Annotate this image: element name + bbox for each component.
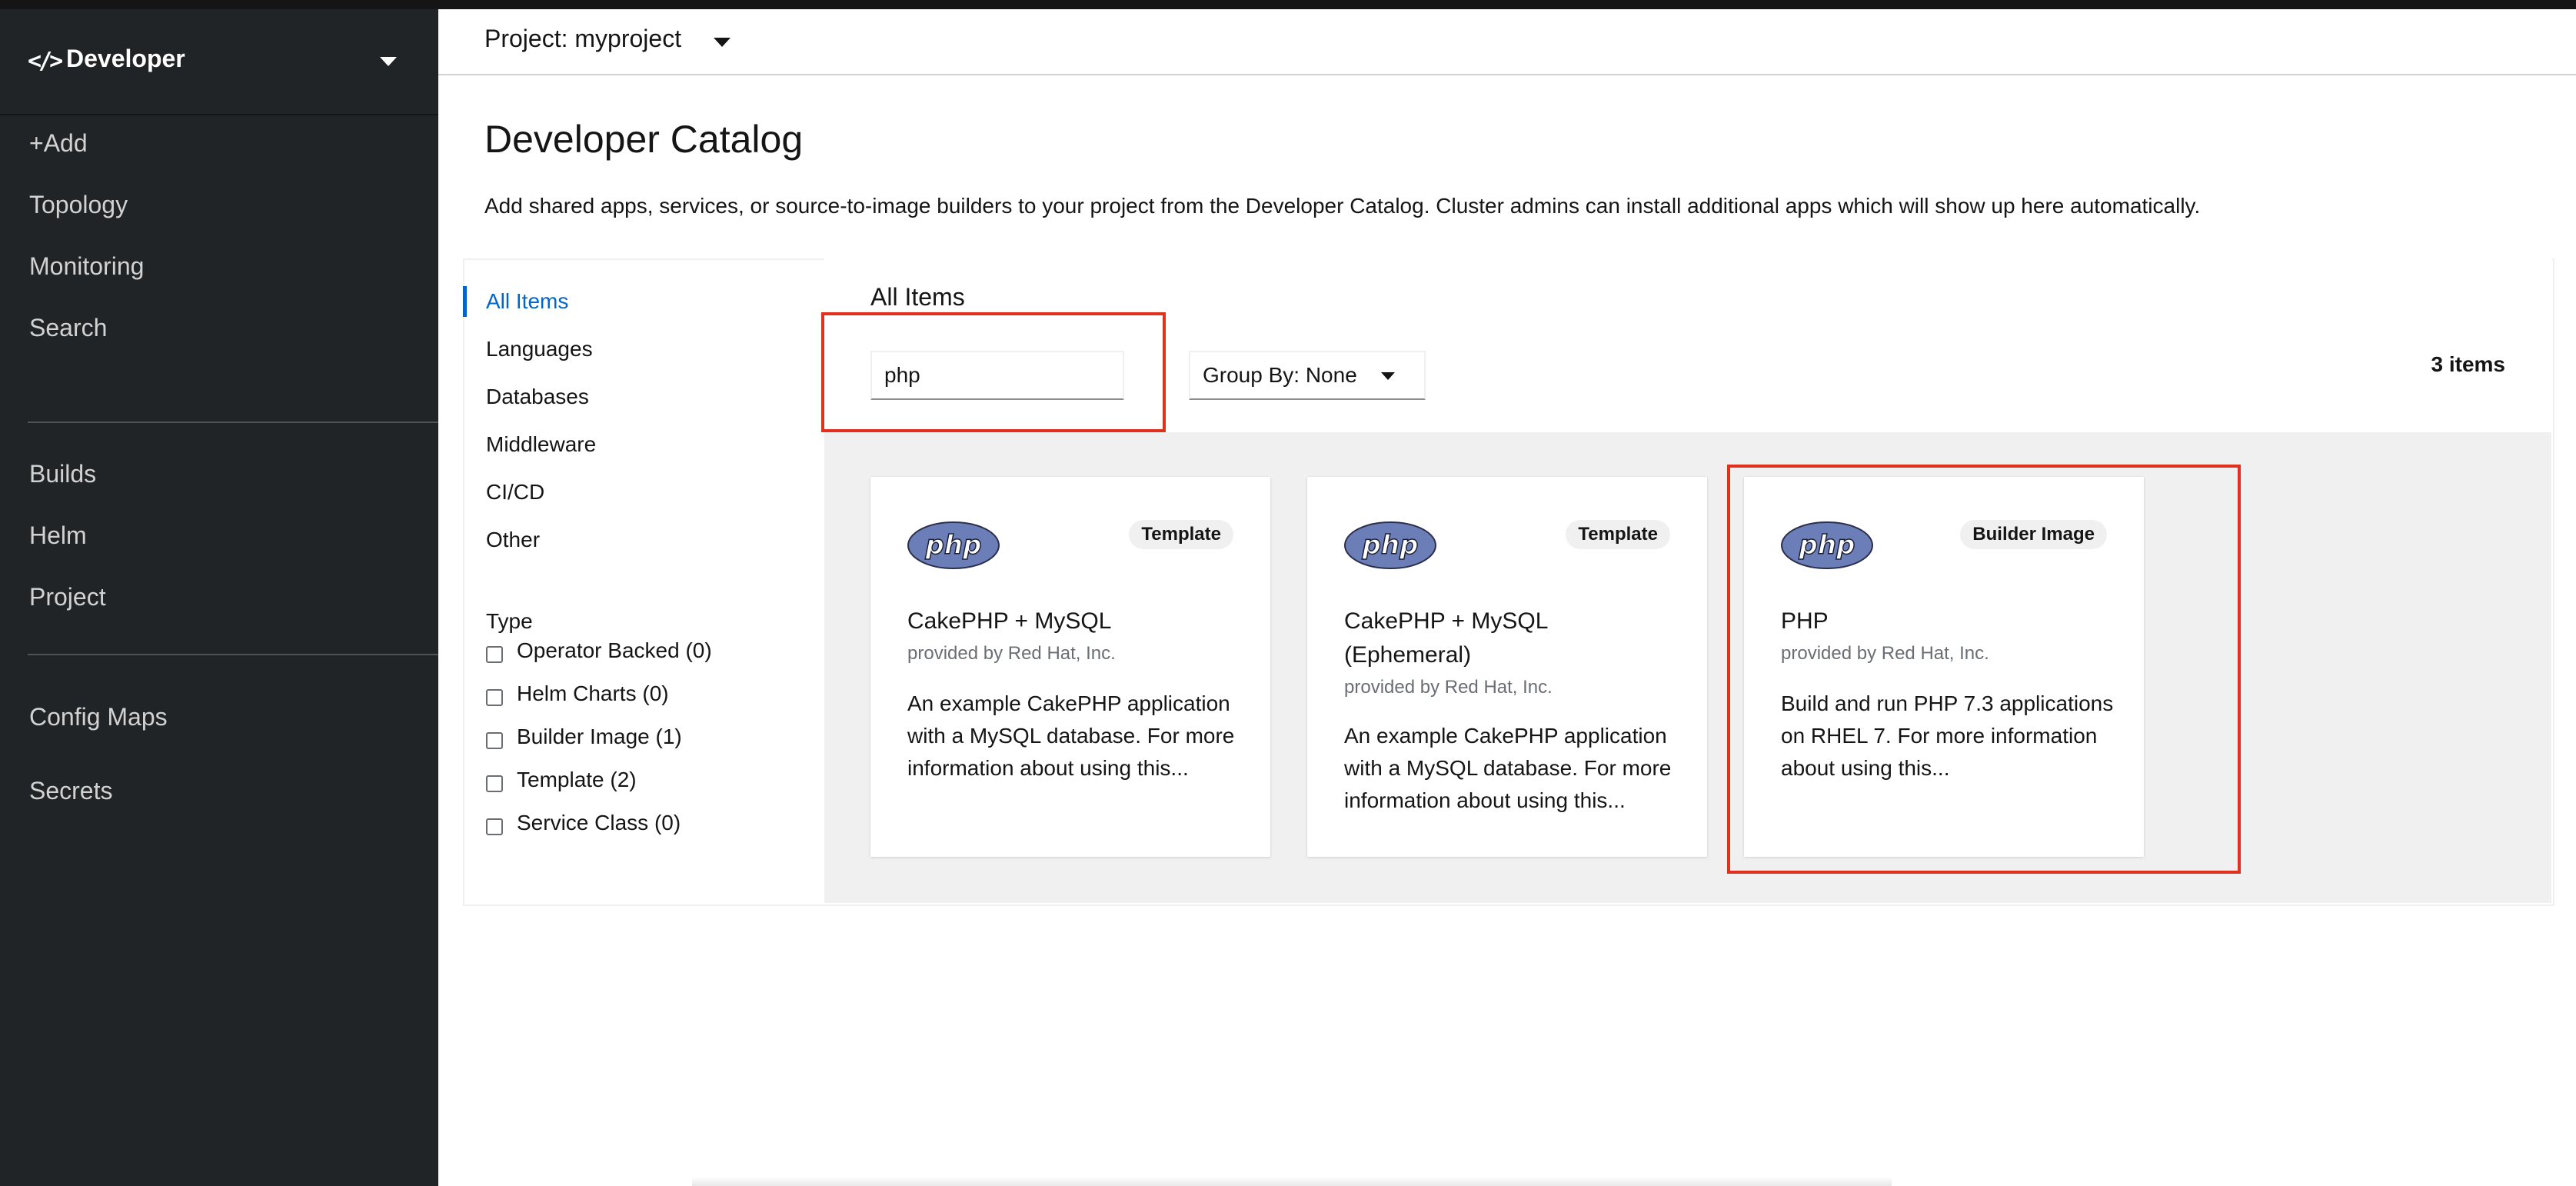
perspective-name: Developer	[66, 45, 185, 72]
category-languages[interactable]: Languages	[486, 337, 593, 361]
filter-label: Service Class (0)	[517, 811, 681, 835]
checkbox[interactable]	[486, 646, 503, 663]
nav-item-search[interactable]: Search	[0, 298, 438, 360]
php-logo-icon: php	[1344, 521, 1436, 569]
checkbox[interactable]	[486, 818, 503, 835]
nav-label: Project	[29, 583, 106, 611]
filter-label: Builder Image (1)	[517, 725, 682, 748]
checkbox[interactable]	[486, 732, 503, 749]
svg-text:php: php	[925, 530, 982, 561]
nav-label: Monitoring	[29, 252, 145, 280]
checkbox[interactable]	[486, 775, 503, 792]
nav-item-builds[interactable]: Builds	[0, 445, 438, 506]
catalog-filters: All Items Languages Databases Middleware…	[463, 258, 824, 904]
php-tile-highlight-box	[1727, 465, 2241, 874]
nav-label: +Add	[29, 129, 88, 157]
category-databases[interactable]: Databases	[486, 385, 589, 409]
nav-label: Search	[29, 314, 108, 341]
nav-label: Config Maps	[29, 703, 168, 731]
bottom-shadow	[692, 1177, 1892, 1186]
catalog-tile[interactable]: php Template CakePHP + MySQL provided by…	[870, 477, 1270, 857]
tile-description: An example CakePHP application with a My…	[1344, 724, 1672, 812]
perspective-switcher[interactable]: </> Developer	[0, 9, 438, 115]
results-heading: All Items	[870, 283, 965, 311]
nav-label: Secrets	[29, 777, 113, 805]
tile-type-badge: Template	[1129, 520, 1233, 549]
tile-title: CakePHP + MySQL	[907, 608, 1112, 634]
masthead-strip	[0, 0, 2576, 9]
tile-provider: provided by Red Hat, Inc.	[907, 643, 1116, 664]
group-by-label: Group By: None	[1203, 363, 1357, 387]
checkbox[interactable]	[486, 689, 503, 706]
svg-text:php: php	[1362, 530, 1419, 561]
category-middleware[interactable]: Middleware	[486, 432, 596, 457]
sidebar: </> Developer +Add Topology Monitoring S…	[0, 9, 438, 1186]
results-count: 3 items	[2431, 352, 2506, 376]
category-other[interactable]: Other	[486, 528, 540, 552]
nav-item-topology[interactable]: Topology	[0, 175, 438, 237]
project-bar: Project: myproject	[438, 9, 2576, 75]
tile-title: CakePHP + MySQL (Ephemeral)	[1344, 608, 1548, 668]
nav-item-config-maps[interactable]: Config Maps	[0, 688, 438, 749]
nav-label: Topology	[29, 191, 128, 218]
caret-down-icon	[714, 38, 731, 47]
tile-provider: provided by Red Hat, Inc.	[1344, 677, 1553, 698]
page-title: Developer Catalog	[484, 118, 804, 161]
nav-divider	[28, 421, 438, 423]
filter-label: Helm Charts (0)	[517, 681, 669, 705]
nav-item-secrets[interactable]: Secrets	[0, 761, 438, 823]
filter-label: Template (2)	[517, 768, 637, 791]
tile-description: An example CakePHP application with a My…	[907, 691, 1235, 780]
nav-label: Builds	[29, 460, 97, 488]
active-category-indicator	[463, 286, 467, 317]
php-logo-icon: php	[907, 521, 1000, 569]
filter-label: Operator Backed (0)	[517, 638, 712, 662]
catalog-tile[interactable]: php Template CakePHP + MySQL (Ephemeral)…	[1307, 477, 1707, 857]
caret-down-icon	[1381, 372, 1395, 380]
code-icon: </>	[28, 48, 63, 75]
project-selector-label: Project: myproject	[484, 25, 682, 52]
nav-item-helm[interactable]: Helm	[0, 506, 438, 568]
nav-item-monitoring[interactable]: Monitoring	[0, 237, 438, 298]
type-filter-heading: Type	[486, 609, 533, 633]
search-highlight-box	[821, 312, 1166, 432]
nav-divider	[28, 654, 438, 655]
nav-label: Helm	[29, 521, 87, 549]
page-description: Add shared apps, services, or source-to-…	[484, 194, 2201, 218]
category-all-items[interactable]: All Items	[486, 289, 568, 314]
group-by-dropdown[interactable]: Group By: None	[1189, 351, 1426, 400]
caret-down-icon	[380, 57, 397, 66]
nav-item-project[interactable]: Project	[0, 568, 438, 629]
tile-type-badge: Template	[1566, 520, 1670, 549]
nav-item-add[interactable]: +Add	[0, 114, 438, 175]
category-ci-cd[interactable]: CI/CD	[486, 480, 544, 505]
